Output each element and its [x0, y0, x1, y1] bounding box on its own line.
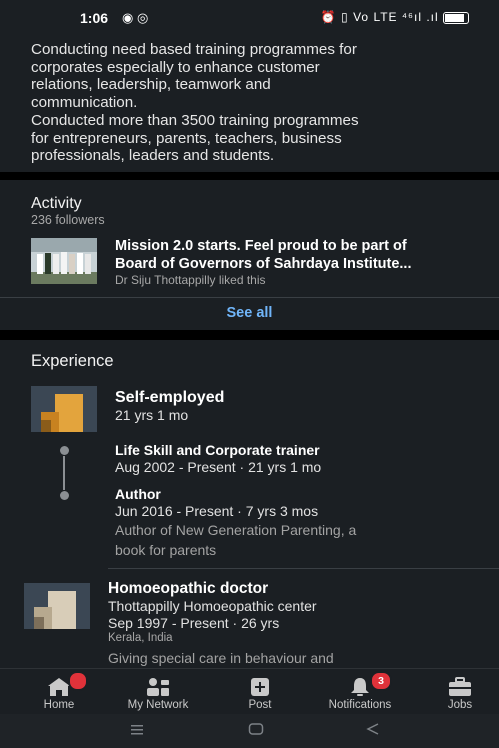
activity-title: Activity [31, 195, 82, 212]
home-system-glyph [248, 723, 264, 735]
company-logo-placeholder[interactable] [31, 386, 97, 432]
network-icon [147, 678, 169, 696]
divider [108, 568, 499, 569]
nav-my-network[interactable]: My Network [112, 669, 204, 715]
status-bar: 1:06 ◉ ◎ ⏰ ▯ Vo LTE ⁴⁶ıl .ıl [0, 0, 499, 40]
position-location: Kerala, India [108, 632, 173, 644]
see-all-activity-link[interactable]: See all [0, 305, 499, 321]
about-line: professionals, leaders and students. [31, 147, 275, 165]
company-name[interactable]: Self-employed [115, 389, 224, 407]
nav-home[interactable]: Home [30, 669, 88, 715]
about-line: Conducted more than 3500 training progra… [31, 111, 359, 129]
role-title[interactable]: Author [115, 486, 161, 502]
about-line: communication. [31, 94, 138, 112]
company-logo-icon [24, 583, 90, 629]
status-time: 1:06 [80, 10, 109, 26]
position-description: Giving special care in behaviour and [108, 650, 334, 666]
home-system-icon[interactable] [248, 722, 264, 739]
position-title[interactable]: Homoeopathic doctor [108, 580, 268, 598]
briefcase-icon [449, 677, 471, 696]
role-description-line: Author of New Generation Parenting, a [115, 522, 357, 538]
activity-post-thumbnail[interactable] [31, 238, 97, 284]
nav-label: My Network [127, 699, 189, 711]
post-title-line: Board of Governors of Sahrdaya Institute… [115, 255, 412, 272]
home-badge [68, 671, 88, 691]
back-icon[interactable] [366, 722, 380, 739]
about-line: corporates especially to enhance custome… [31, 58, 320, 76]
bottom-navigation: Home My Network Post 3 Notifications Job… [0, 668, 499, 715]
company-name: Thottappilly Homoeopathic center [108, 598, 317, 614]
activity-post-title[interactable]: Mission 2.0 starts. Feel proud to be par… [115, 238, 490, 273]
recent-apps-icon[interactable] [130, 722, 144, 739]
notification-app-icons: ◉ ◎ [122, 10, 149, 25]
nav-label: Home [43, 699, 75, 711]
company-duration: 21 yrs 1 mo [115, 407, 189, 423]
role-title[interactable]: Life Skill and Corporate trainer [115, 442, 320, 458]
recent-apps-glyph [131, 725, 143, 735]
activity-post-meta: Dr Siju Thottappilly liked this [115, 273, 266, 287]
role-description-line: book for parents [115, 541, 217, 558]
post-icon [251, 678, 269, 696]
about-line: relations, leadership, teamwork and [31, 76, 271, 94]
section-separator [0, 330, 499, 340]
divider [0, 297, 499, 298]
battery-icon [443, 11, 469, 24]
about-text: Conducting need based training programme… [31, 41, 481, 165]
role-dates: Aug 2002 - Present · 21 yrs 1 mo [115, 459, 322, 475]
nav-label: Post [248, 699, 272, 711]
notifications-badge: 3 [370, 671, 392, 691]
company-logo-icon [31, 386, 97, 432]
about-line: for entrepreneurs, parents, teachers, bu… [31, 129, 342, 147]
nav-label: Jobs [447, 699, 473, 711]
role-description: Author of New Generation Parenting, a bo… [115, 521, 465, 560]
role-dates: Jun 2016 - Present · 7 yrs 3 mos [115, 503, 319, 519]
followers-count: 236 followers [31, 213, 105, 227]
system-navigation-bar [0, 714, 499, 748]
status-indicators: ⏰ ▯ Vo LTE ⁴⁶ıl .ıl [321, 10, 469, 24]
nav-post[interactable]: Post [234, 669, 286, 715]
section-separator [0, 172, 499, 180]
nav-label: Notifications [328, 699, 392, 711]
group-photo-image [31, 238, 97, 284]
position-dates: Sep 1997 - Present · 26 yrs [108, 615, 280, 631]
timeline-dot [60, 446, 69, 455]
about-line: Conducting need based training programme… [31, 41, 357, 58]
back-glyph [366, 723, 379, 735]
nav-jobs[interactable]: Jobs [434, 669, 486, 715]
company-logo-placeholder[interactable] [24, 583, 90, 629]
timeline-dot [60, 491, 69, 500]
status-indicators-text: ⏰ ▯ Vo LTE ⁴⁶ıl .ıl [320, 10, 439, 24]
nav-notifications[interactable]: 3 Notifications [314, 669, 406, 715]
timeline-line [63, 456, 65, 490]
experience-title: Experience [31, 352, 114, 370]
post-title-line: Mission 2.0 starts. Feel proud to be par… [115, 238, 407, 254]
bell-icon [351, 678, 369, 696]
